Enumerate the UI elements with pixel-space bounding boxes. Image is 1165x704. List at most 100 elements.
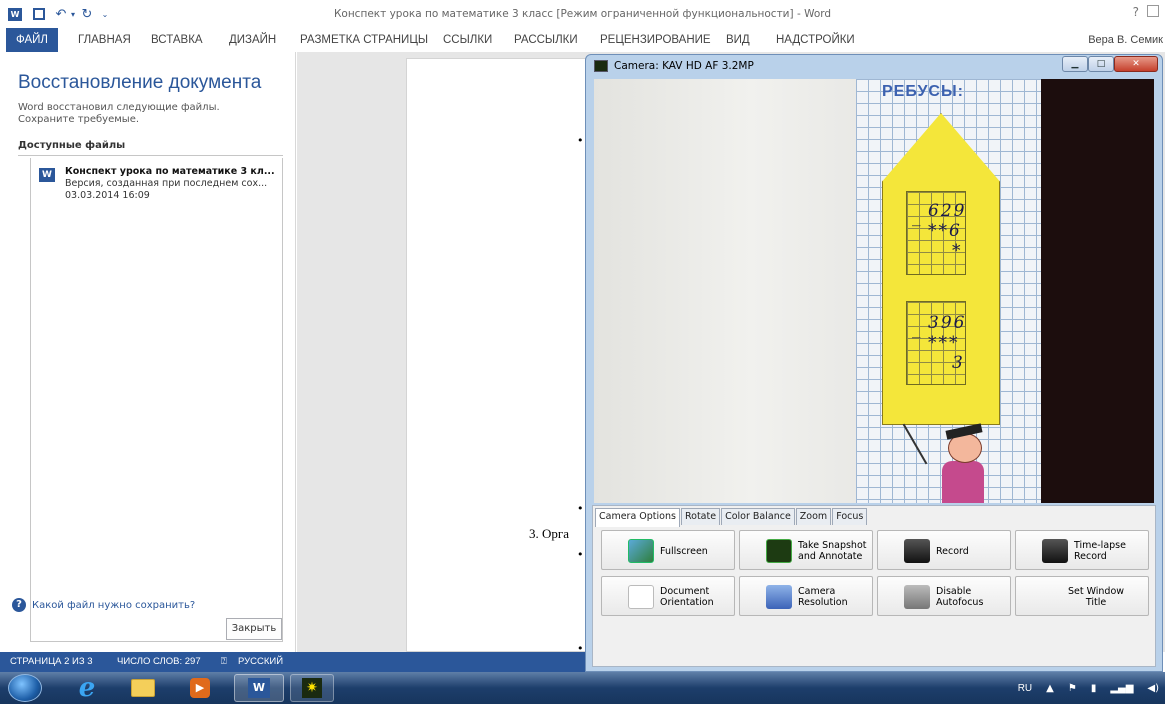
snapshot-icon <box>766 539 792 563</box>
page-count[interactable]: СТРАНИЦА 2 ИЗ 3 <box>10 652 93 672</box>
recovered-file-date: 03.03.2014 16:09 <box>65 190 150 201</box>
system-tray: RU ▲ ⚑ ▮ ▂▄▆ ◀) <box>1018 672 1159 704</box>
snapshot-annotate-label: Take Snapshot and Annotate <box>798 540 867 562</box>
recovery-title: Восстановление документа <box>18 72 262 93</box>
timelapse-record-label: Time-lapse Record <box>1074 540 1126 562</box>
tab-home[interactable]: ГЛАВНАЯ <box>78 28 131 52</box>
ribbon-display-options-icon[interactable] <box>1147 5 1159 17</box>
tab-camera-options[interactable]: Camera Options <box>595 508 680 527</box>
recovered-file-name: Конспект урока по математике 3 кл... <box>65 166 275 177</box>
resolution-icon <box>766 585 792 609</box>
tab-view[interactable]: ВИД <box>726 28 750 52</box>
camera-app-taskbar-icon: ✷ <box>302 678 322 698</box>
recovered-file-version: Версия, созданная при последнем сох... <box>65 178 268 189</box>
tab-review[interactable]: РЕЦЕНЗИРОВАНИЕ <box>600 28 711 52</box>
question-icon: ? <box>12 598 26 612</box>
tab-addins[interactable]: НАДСТРОЙКИ <box>776 28 855 52</box>
status-bar: СТРАНИЦА 2 ИЗ 3 ЧИСЛО СЛОВ: 297 ⍰ РУССКИ… <box>0 652 590 672</box>
word-file-icon: W <box>39 168 55 182</box>
fullscreen-icon <box>628 539 654 563</box>
word-title-bar: W ↶ ▾ ↻ ⌄ Конспект урока по математике 3… <box>0 0 1165 28</box>
snapshot-annotate-button[interactable]: Take Snapshot and Annotate <box>739 530 873 570</box>
puzzle1-row1: 629 <box>928 201 967 221</box>
camera-title-bar[interactable]: Camera: KAV HD AF 3.2MP ▁ □ ✕ <box>586 55 1162 77</box>
tab-design[interactable]: ДИЗАЙН <box>229 28 276 52</box>
close-button[interactable]: ✕ <box>1114 56 1158 72</box>
tab-rotate[interactable]: Rotate <box>680 508 721 525</box>
fullscreen-label: Fullscreen <box>660 545 708 557</box>
camera-window-title: Camera: KAV HD AF 3.2MP <box>614 60 754 72</box>
camera-controls-panel: Camera Options Rotate Color Balance Zoom… <box>592 505 1156 667</box>
user-account[interactable]: Вера В. Семик <box>1088 28 1163 52</box>
network-signal-icon[interactable]: ▂▄▆ <box>1110 683 1133 694</box>
language-indicator[interactable]: RU <box>1018 683 1032 694</box>
close-recovery-button[interactable]: Закрыть <box>226 618 282 640</box>
camera-window: Camera: KAV HD AF 3.2MP ▁ □ ✕ РЕБУСЫ: _ … <box>585 54 1163 672</box>
recovery-description: Word восстановил следующие файлы. Сохран… <box>18 102 220 125</box>
camera-resolution-label: Camera Resolution <box>798 586 848 608</box>
camera-preview: РЕБУСЫ: _ 629 **6 * _ 396 *** 3 <box>594 79 1154 503</box>
camera-tabs: Camera Options Rotate Color Balance Zoom… <box>595 508 868 527</box>
camera-taskbar-button[interactable]: ✷ <box>290 674 334 702</box>
timelapse-clapperboard-icon <box>1042 539 1068 563</box>
puzzle1-minus: _ <box>912 207 923 227</box>
puzzle2-row2: *** <box>928 333 960 353</box>
minimize-button[interactable]: ▁ <box>1062 56 1088 72</box>
proofing-icon[interactable]: ⍰ <box>221 652 227 672</box>
tab-page-layout[interactable]: РАЗМЕТКА СТРАНИЦЫ <box>300 28 428 52</box>
word-count[interactable]: ЧИСЛО СЛОВ: 297 <box>117 652 201 672</box>
folder-icon <box>131 679 155 697</box>
tab-zoom[interactable]: Zoom <box>795 508 832 525</box>
disable-autofocus-button[interactable]: Disable Autofocus <box>877 576 1011 616</box>
start-button[interactable] <box>8 674 42 702</box>
maximize-button[interactable]: □ <box>1088 56 1114 72</box>
media-player-icon: ▶ <box>190 678 210 698</box>
puzzle1-row2: **6 <box>928 221 962 241</box>
language-status[interactable]: РУССКИЙ <box>238 652 283 672</box>
white-paper-image <box>594 79 856 503</box>
tab-color-balance[interactable]: Color Balance <box>721 508 795 525</box>
internet-explorer-icon: e <box>78 673 96 703</box>
puzzle2-row3: 3 <box>952 353 965 373</box>
tab-insert[interactable]: ВСТАВКА <box>151 28 203 52</box>
which-file-help-link[interactable]: ? Какой файл нужно сохранить? <box>12 598 195 612</box>
word-taskbar-button[interactable]: W <box>234 674 284 702</box>
windows-taskbar: e ▶ W ✷ RU ▲ ⚑ ▮ ▂▄▆ ◀) <box>0 672 1165 704</box>
fullscreen-button[interactable]: Fullscreen <box>601 530 735 570</box>
autofocus-icon <box>904 585 930 609</box>
puzzle2-minus: _ <box>912 319 923 339</box>
bullet: • <box>577 134 584 147</box>
explorer-button[interactable] <box>126 674 160 702</box>
document-text: 3. Орга <box>529 526 569 541</box>
battery-icon[interactable]: ▮ <box>1091 683 1097 694</box>
divider <box>18 155 283 156</box>
set-window-title-label: Set Window Title <box>1067 586 1125 608</box>
clapperboard-icon <box>904 539 930 563</box>
record-button[interactable]: Record <box>877 530 1011 570</box>
puzzle2-row1: 396 <box>928 313 967 333</box>
document-orientation-icon <box>628 585 654 609</box>
set-window-title-button[interactable]: Set Window Title <box>1015 576 1149 616</box>
tab-references[interactable]: ССЫЛКИ <box>443 28 492 52</box>
bullet: • <box>577 502 584 515</box>
document-page[interactable] <box>406 58 592 652</box>
recovered-file-item[interactable]: W Конспект урока по математике 3 кл... В… <box>31 164 281 208</box>
volume-icon[interactable]: ◀) <box>1147 683 1159 694</box>
ribbon-tabs: ФАЙЛ ГЛАВНАЯ ВСТАВКА ДИЗАЙН РАЗМЕТКА СТР… <box>0 28 1165 52</box>
camera-app-icon <box>594 60 608 72</box>
bullet: • <box>577 548 584 561</box>
media-player-button[interactable]: ▶ <box>183 674 217 702</box>
record-label: Record <box>936 545 969 557</box>
action-center-flag-icon[interactable]: ⚑ <box>1068 683 1077 694</box>
tab-file[interactable]: ФАЙЛ <box>6 28 58 52</box>
tab-mailings[interactable]: РАССЫЛКИ <box>514 28 578 52</box>
puzzle1-row3: * <box>952 241 963 261</box>
timelapse-record-button[interactable]: Time-lapse Record <box>1015 530 1149 570</box>
document-orientation-button[interactable]: Document Orientation <box>601 576 735 616</box>
show-hidden-icons-icon[interactable]: ▲ <box>1046 683 1054 694</box>
camera-resolution-button[interactable]: Camera Resolution <box>739 576 873 616</box>
tab-focus[interactable]: Focus <box>832 508 868 525</box>
cartoon-teacher-figure <box>902 423 1002 503</box>
internet-explorer-button[interactable]: e <box>70 673 104 703</box>
help-button[interactable]: ? <box>1133 5 1139 19</box>
